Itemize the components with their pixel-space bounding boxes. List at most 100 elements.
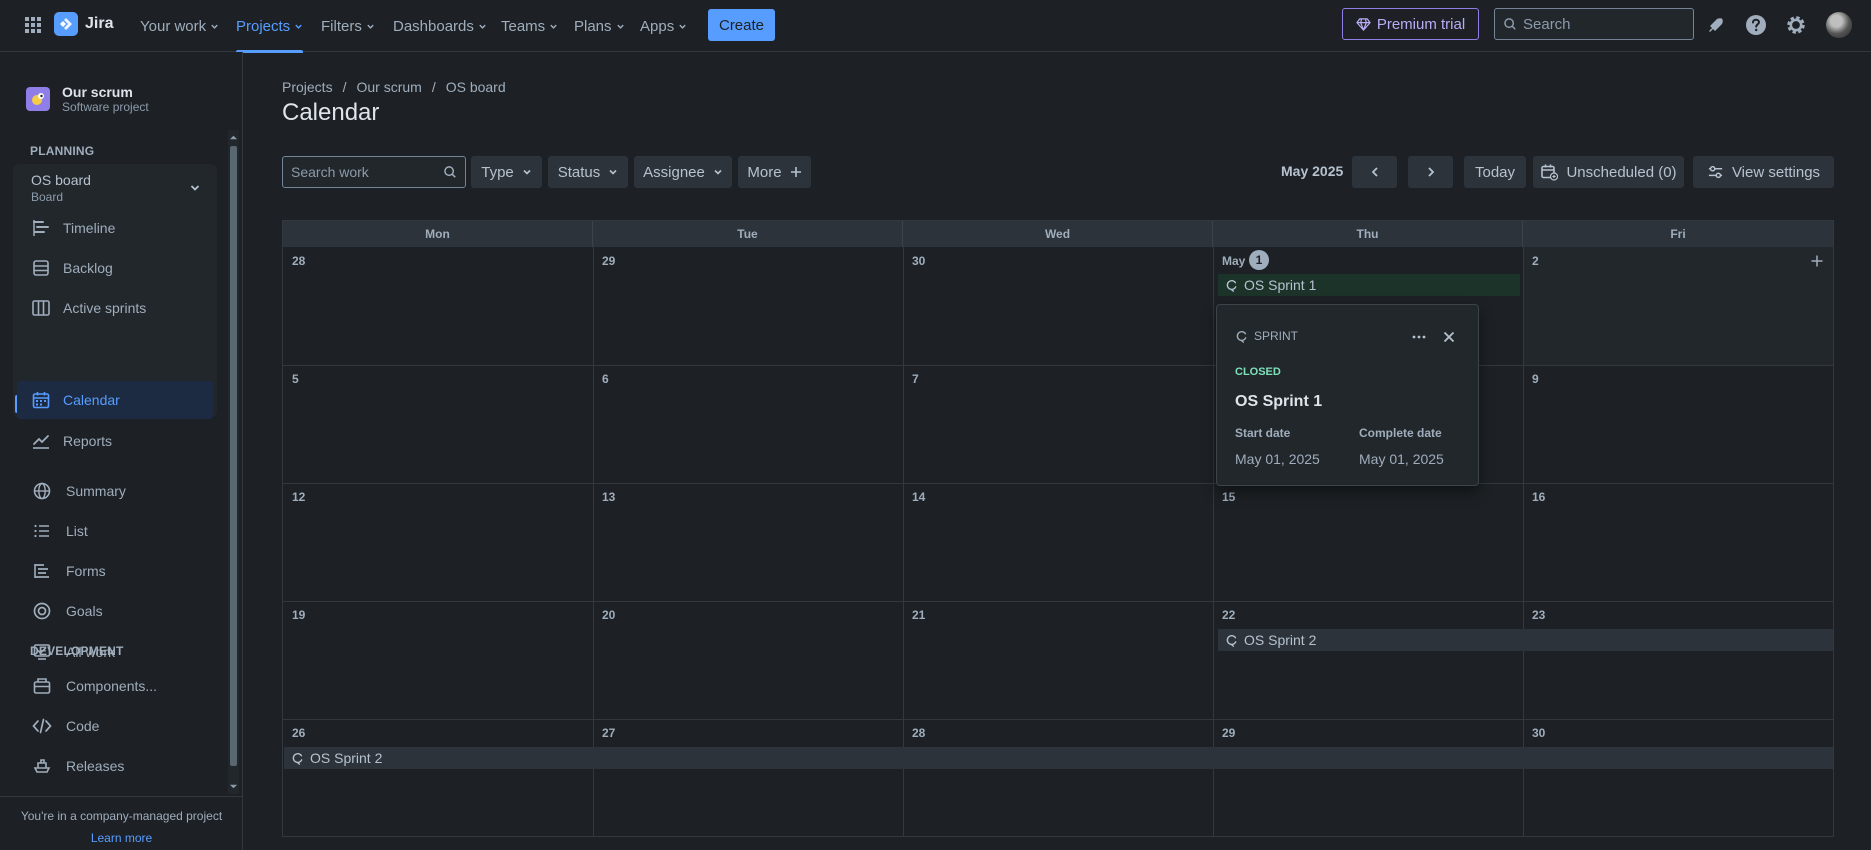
nav-projects[interactable]: Projects [236, 0, 304, 53]
reports-icon [33, 435, 49, 449]
sidebar-item-summary[interactable]: Summary [16, 472, 216, 510]
project-name: Our scrum [62, 84, 133, 100]
day-number: 14 [912, 490, 926, 504]
sidebar-scroll-thumb[interactable] [230, 146, 237, 766]
sidebar-item-reports[interactable]: Reports [17, 422, 213, 460]
more-filters-label: More [747, 163, 782, 181]
nav-your-work[interactable]: Your work [140, 0, 219, 52]
chevron-down-icon [616, 24, 624, 29]
day-number: 6 [602, 372, 609, 386]
components-icon [33, 678, 51, 694]
premium-trial-button[interactable]: Premium trial [1342, 8, 1479, 40]
more-filters-button[interactable]: More [738, 156, 811, 188]
create-button[interactable]: Create [708, 9, 775, 41]
plus-icon [790, 167, 801, 177]
type-filter-button[interactable]: Type [471, 156, 542, 188]
nav-apps[interactable]: Apps [640, 0, 687, 52]
breadcrumb-separator: / [342, 79, 347, 95]
nav-teams[interactable]: Teams [501, 0, 558, 52]
board-selector[interactable]: OS board Board [17, 168, 213, 208]
chevron-down-icon [550, 24, 557, 29]
day-number: 2 [1532, 254, 1539, 268]
notifications-icon[interactable] [1704, 13, 1728, 37]
breadcrumb-project[interactable]: Our scrum [356, 79, 421, 95]
nav-label: Your work [140, 17, 207, 35]
sidebar-item-active-sprints[interactable]: Active sprints [17, 289, 213, 327]
calendar-cell-hover[interactable] [1524, 247, 1833, 365]
sidebar-item-releases[interactable]: Releases [16, 747, 216, 785]
sidebar-item-label: Active sprints [63, 300, 147, 316]
sidebar-item-code[interactable]: Code [16, 707, 216, 745]
search-work-input[interactable] [291, 164, 443, 180]
nav-filters[interactable]: Filters [321, 0, 375, 52]
sidebar-item-backlog[interactable]: Backlog [17, 249, 213, 287]
sidebar-item-label: Summary [66, 483, 126, 499]
project-avatar-icon [26, 87, 50, 111]
sidebar-item-goals[interactable]: Goals [16, 592, 216, 630]
complete-date-label: Complete date [1359, 426, 1442, 440]
sidebar-item-forms[interactable]: Forms [16, 552, 216, 590]
weekday-wed: Wed [903, 221, 1213, 247]
close-icon[interactable] [1441, 329, 1457, 345]
day-number: 19 [292, 608, 306, 622]
board-columns-icon [32, 300, 50, 316]
sidebar-item-timeline[interactable]: Timeline [17, 209, 213, 247]
previous-month-button[interactable] [1352, 156, 1397, 188]
day-number: 26 [292, 726, 306, 740]
company-managed-text: You're in a company-managed project [20, 809, 223, 823]
status-filter-button[interactable]: Status [548, 156, 628, 188]
add-event-plus-icon[interactable] [1810, 254, 1824, 268]
nav-label: Teams [501, 17, 546, 35]
scroll-up-icon[interactable] [229, 133, 238, 142]
jira-logo[interactable]: Jira [54, 12, 113, 36]
project-header[interactable]: Our scrum Software project [26, 84, 149, 114]
today-button[interactable]: Today [1464, 156, 1526, 188]
chevron-down-icon [523, 169, 531, 175]
day-number: 13 [602, 490, 616, 504]
day-number: 30 [1532, 726, 1546, 740]
search-work-field[interactable] [282, 156, 466, 188]
sprint-event-label: OS Sprint 1 [1244, 277, 1317, 293]
settings-gear-icon[interactable] [1784, 13, 1808, 37]
day-number: 29 [1222, 726, 1236, 740]
sprint-event-os-sprint-1[interactable]: OS Sprint 1 [1218, 274, 1520, 296]
global-search[interactable] [1494, 8, 1694, 40]
start-date-label: Start date [1235, 426, 1291, 440]
day-number: 23 [1532, 608, 1546, 622]
sidebar-item-list[interactable]: List [16, 512, 216, 550]
nav-dashboards[interactable]: Dashboards [393, 0, 487, 52]
chevron-down-icon [714, 169, 722, 175]
app-switcher-icon[interactable] [22, 14, 44, 36]
backlog-icon [33, 260, 49, 276]
global-search-input[interactable] [1523, 15, 1683, 33]
help-icon[interactable] [1744, 13, 1768, 37]
breadcrumb-board[interactable]: OS board [446, 79, 506, 95]
sidebar-item-calendar[interactable]: Calendar [17, 381, 213, 419]
current-month: May 2025 [1281, 163, 1344, 179]
chevron-right-icon [1427, 167, 1434, 177]
sliders-icon [1708, 165, 1723, 178]
sprint-event-os-sprint-2[interactable]: OS Sprint 2 [1218, 629, 1833, 651]
sprint-event-os-sprint-2[interactable]: OS Sprint 2 [284, 747, 1833, 769]
sidebar-footer: You're in a company-managed project Lear… [0, 796, 243, 845]
unscheduled-button[interactable]: Unscheduled (0) [1533, 156, 1684, 188]
view-settings-label: View settings [1731, 163, 1821, 181]
sprint-icon [1226, 634, 1237, 647]
view-settings-button[interactable]: View settings [1693, 156, 1834, 188]
user-avatar[interactable] [1826, 12, 1852, 38]
goals-icon [33, 602, 51, 620]
timeline-icon [33, 220, 49, 236]
more-actions-icon[interactable] [1411, 329, 1427, 345]
next-month-button[interactable] [1408, 156, 1453, 188]
assignee-filter-button[interactable]: Assignee [634, 156, 732, 188]
learn-more-link[interactable]: Learn more [0, 831, 243, 845]
sidebar-scrollbar[interactable] [228, 130, 239, 794]
sidebar-item-label: Backlog [63, 260, 113, 276]
sidebar-item-components[interactable]: Components... [16, 667, 216, 705]
nav-plans[interactable]: Plans [574, 0, 625, 52]
chevron-down-icon [479, 24, 486, 29]
breadcrumb-projects[interactable]: Projects [282, 79, 333, 95]
day-number: 12 [292, 490, 306, 504]
scroll-down-icon[interactable] [229, 782, 238, 791]
releases-icon [33, 759, 51, 773]
